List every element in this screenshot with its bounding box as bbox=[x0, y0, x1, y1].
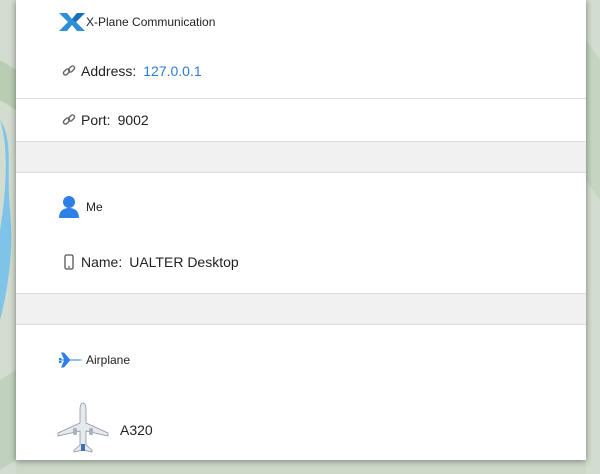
name-label: Name: bbox=[81, 254, 123, 270]
aircraft-model: A320 bbox=[120, 422, 153, 438]
airplane-icon bbox=[58, 349, 86, 371]
name-row[interactable]: Name: UALTER Desktop bbox=[16, 241, 586, 283]
section-spacer bbox=[16, 293, 586, 325]
airplane-section-header: Airplane bbox=[16, 325, 586, 395]
address-row[interactable]: Address: 127.0.0.1 bbox=[16, 44, 586, 98]
xplane-section-title: X-Plane Communication bbox=[86, 15, 216, 29]
me-section-title: Me bbox=[86, 200, 103, 214]
port-row[interactable]: Port: 9002 bbox=[16, 99, 586, 141]
xplane-section-header: X-Plane Communication bbox=[16, 0, 586, 44]
port-label: Port: bbox=[81, 112, 111, 128]
me-section-header: Me bbox=[16, 173, 586, 241]
airplane-section-title: Airplane bbox=[86, 353, 131, 367]
xplane-logo-icon bbox=[58, 12, 86, 32]
link-icon bbox=[60, 112, 78, 128]
name-value: UALTER Desktop bbox=[129, 254, 239, 270]
phone-icon bbox=[60, 254, 78, 270]
address-value[interactable]: 127.0.0.1 bbox=[143, 63, 201, 79]
airplane-model-row[interactable]: A320 bbox=[16, 395, 586, 460]
port-value: 9002 bbox=[117, 112, 149, 128]
section-spacer bbox=[16, 141, 586, 173]
aircraft-image bbox=[56, 401, 110, 460]
address-label: Address: bbox=[81, 63, 137, 79]
link-icon bbox=[60, 63, 78, 79]
settings-panel: X-Plane Communication Address: 127.0.0.1… bbox=[16, 0, 586, 460]
person-icon bbox=[58, 195, 86, 219]
